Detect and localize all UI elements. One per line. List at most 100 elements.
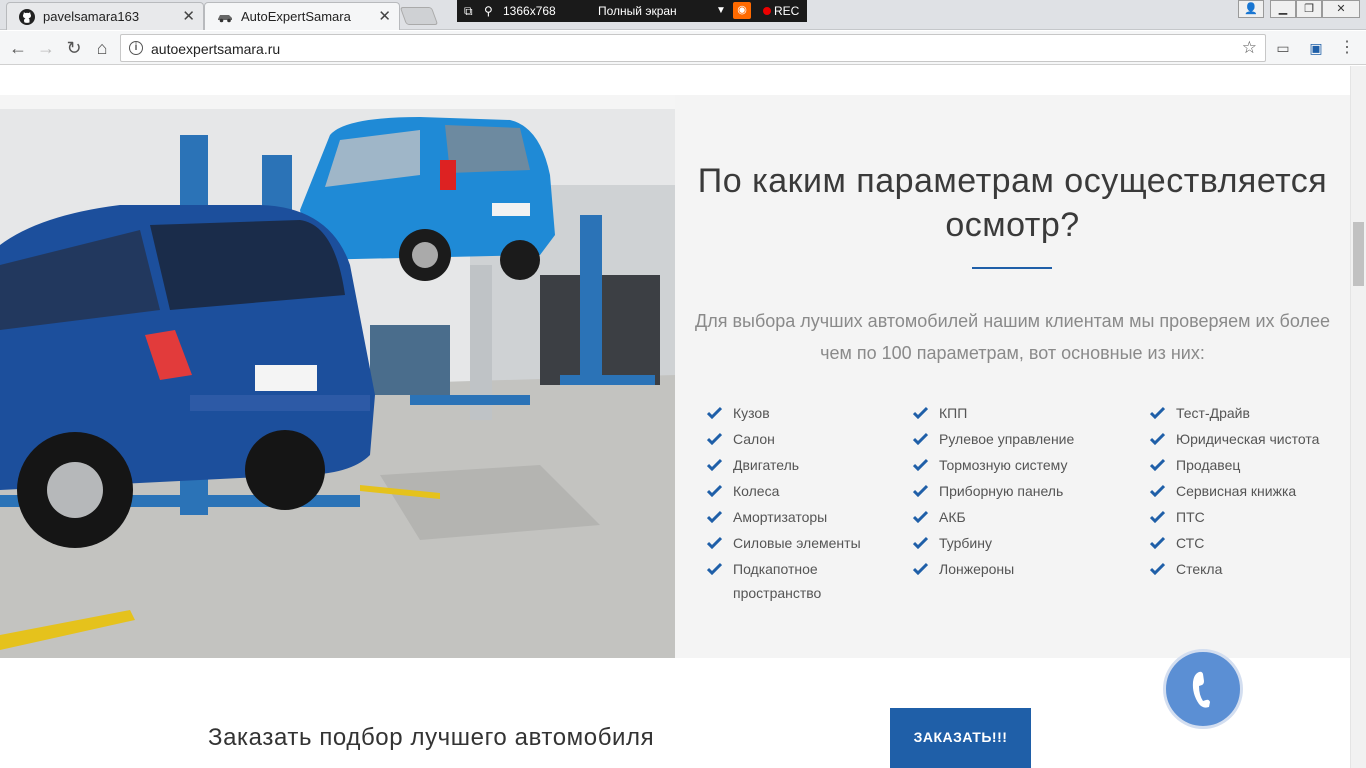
restore-icon[interactable]: ⧉ [464, 4, 473, 19]
new-tab-button[interactable] [399, 7, 439, 25]
menu-icon[interactable]: ⋮ [1336, 37, 1358, 59]
check-icon [913, 510, 928, 523]
check-icon [913, 406, 928, 419]
minimize-button[interactable]: ▁ [1270, 0, 1296, 18]
param-label: Подкапотное пространство [733, 561, 822, 601]
page-scrollbar[interactable] [1350, 66, 1366, 768]
reload-icon[interactable]: ↻ [62, 36, 86, 60]
close-window-button[interactable]: ✕ [1322, 0, 1360, 18]
param-label: Лонжероны [939, 561, 1015, 577]
address-bar[interactable]: i autoexpertsamara.ru ☆ [120, 34, 1266, 62]
check-icon [707, 406, 722, 419]
bookmark-star-icon[interactable]: ☆ [1242, 38, 1257, 58]
check-icon [913, 562, 928, 575]
list-item: Двигатель [707, 453, 887, 477]
camera-icon[interactable]: ◉ [733, 2, 751, 19]
garage-photo [0, 95, 675, 658]
param-label: Тест-Драйв [1176, 405, 1250, 421]
section-lead: Для выбора лучших автомобилей нашим клие… [695, 311, 1330, 363]
heading-divider [972, 267, 1052, 269]
check-icon [913, 432, 928, 445]
param-label: Юридическая чистота [1176, 431, 1320, 447]
check-icon [913, 484, 928, 497]
back-icon[interactable]: ← [6, 36, 30, 60]
tab-github[interactable]: pavelsamara163 ✕ [6, 2, 204, 30]
check-icon [707, 484, 722, 497]
profile-icon[interactable]: 👤 [1238, 0, 1264, 18]
close-icon[interactable]: ✕ [182, 7, 195, 25]
check-icon [707, 510, 722, 523]
extension-icon[interactable]: ▣ [1305, 37, 1327, 59]
zoom-icon: ⚲ [484, 4, 493, 18]
list-item: Лонжероны [913, 557, 1133, 581]
params-column-3: Тест-Драйв Юридическая чистота Продавец … [1150, 401, 1345, 583]
param-label: Силовые элементы [733, 535, 861, 551]
list-item: Продавец [1150, 453, 1345, 477]
check-icon [1150, 406, 1165, 419]
close-icon[interactable]: ✕ [378, 7, 391, 25]
inspection-section: По каким параметрам осуществляется осмот… [0, 95, 1350, 658]
info-icon[interactable]: i [129, 41, 143, 55]
tab-label: AutoExpertSamara [241, 9, 351, 24]
list-item: Сервисная книжка [1150, 479, 1345, 503]
param-label: АКБ [939, 509, 966, 525]
param-label: Двигатель [733, 457, 800, 473]
forward-icon[interactable]: → [34, 36, 58, 60]
list-item: Подкапотное пространство [707, 557, 837, 605]
list-item: КПП [913, 401, 1133, 425]
params-column-1: Кузов Салон Двигатель Колеса Амортизатор… [707, 401, 887, 607]
param-label: Продавец [1176, 457, 1241, 473]
list-item: Силовые элементы [707, 531, 887, 555]
list-item: ПТС [1150, 505, 1345, 529]
page-content: По каким параметрам осуществляется осмот… [0, 66, 1350, 768]
param-label: Салон [733, 431, 775, 447]
record-dot-icon [763, 7, 771, 15]
list-item: Рулевое управление [913, 427, 1133, 451]
tab-autoexpert[interactable]: AutoExpertSamara ✕ [204, 2, 400, 30]
param-label: Колеса [733, 483, 780, 499]
check-icon [707, 432, 722, 445]
list-item: СТС [1150, 531, 1345, 555]
check-icon [1150, 484, 1165, 497]
list-item: Кузов [707, 401, 887, 425]
recorder-mode[interactable]: Полный экран [598, 4, 677, 18]
recorder-rec-label[interactable]: REC [774, 4, 799, 18]
tab-strip: pavelsamara163 ✕ AutoExpertSamara ✕ ⧉ ⚲ … [0, 0, 1366, 30]
home-icon[interactable]: ⌂ [90, 36, 114, 60]
check-icon [1150, 510, 1165, 523]
check-icon [707, 562, 722, 575]
list-item: Юридическая чистота [1150, 427, 1345, 451]
url-text[interactable]: autoexpertsamara.ru [151, 41, 280, 57]
check-icon [1150, 562, 1165, 575]
param-label: Приборную панель [939, 483, 1064, 499]
list-item: Приборную панель [913, 479, 1133, 503]
callback-button[interactable] [1163, 649, 1243, 729]
section-heading: По каким параметрам осуществляется осмот… [697, 162, 1328, 244]
cast-icon[interactable]: ▭ [1272, 37, 1294, 59]
list-item: Стекла [1150, 557, 1345, 581]
check-icon [913, 536, 928, 549]
inspection-content: По каким параметрам осуществляется осмот… [675, 95, 1350, 658]
param-label: КПП [939, 405, 968, 421]
param-label: Стекла [1176, 561, 1223, 577]
list-item: Тормозную систему [913, 453, 1133, 477]
phone-icon [1192, 671, 1210, 708]
param-label: СТС [1176, 535, 1205, 551]
browser-toolbar: ← → ↻ ⌂ i autoexpertsamara.ru ☆ ▭ ▣ ⋮ [0, 31, 1366, 65]
param-label: Рулевое управление [939, 431, 1075, 447]
site-favicon-icon [218, 15, 232, 23]
list-item: Турбину [913, 531, 1133, 555]
scrollbar-thumb[interactable] [1353, 222, 1364, 286]
list-item: Тест-Драйв [1150, 401, 1345, 425]
param-label: Сервисная книжка [1176, 483, 1297, 499]
check-icon [1150, 458, 1165, 471]
maximize-button[interactable]: ❐ [1296, 0, 1322, 18]
tab-label: pavelsamara163 [43, 9, 140, 24]
check-icon [707, 458, 722, 471]
screen-recorder-bar: ⧉ ⚲ 1366x768 Полный экран ▼ ◉ REC [457, 0, 807, 22]
garage-illustration [0, 95, 675, 658]
github-icon [19, 9, 35, 25]
order-button[interactable]: ЗАКАЗАТЬ!!! [890, 708, 1031, 768]
chevron-down-icon[interactable]: ▼ [716, 5, 726, 16]
params-column-2: КПП Рулевое управление Тормозную систему… [913, 401, 1133, 583]
